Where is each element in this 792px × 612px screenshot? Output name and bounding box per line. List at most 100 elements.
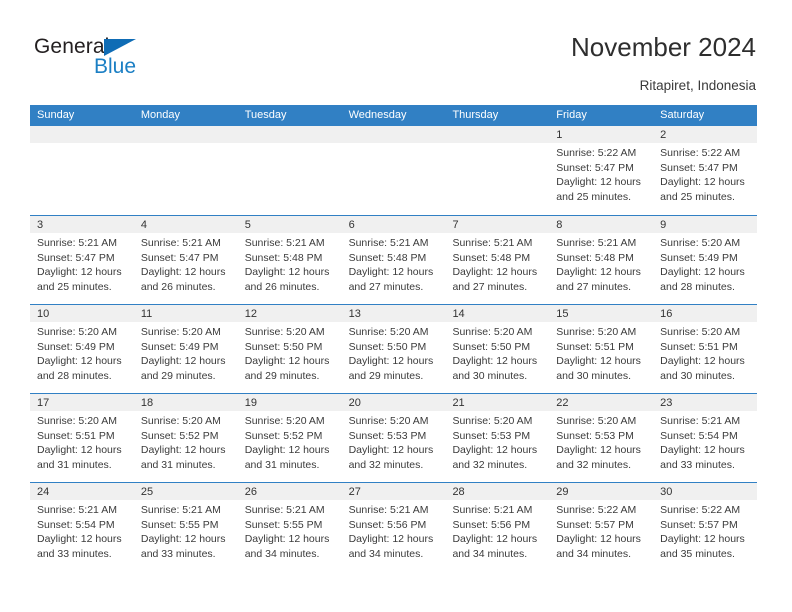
calendar-day-cell[interactable]: 16 Sunrise: 5:20 AM Sunset: 5:51 PM Dayligh… [653,305,758,393]
day-info-line: Daylight: 12 hours [348,266,434,279]
day-info-line: Sunrise: 5:21 AM [452,237,533,249]
calendar-day-cell[interactable]: 6 Sunrise: 5:21 AM Sunset: 5:48 PM Daylight… [341,216,446,304]
day-number: 23 [653,394,758,411]
calendar-day-cell[interactable]: 30 Sunrise: 5:22 AM Sunset: 5:57 PM Dayligh… [653,483,758,571]
calendar-day-cell[interactable]: 4 Sunrise: 5:21 AM Sunset: 5:47 PM Daylight… [133,216,238,304]
day-info-line: Sunset: 5:47 PM [140,251,219,264]
day-info-line: Sunrise: 5:20 AM [556,415,637,427]
calendar-day-cell[interactable]: 1 Sunrise: 5:22 AM Sunset: 5:47 PM Daylight… [549,126,654,215]
day-info-line: Sunset: 5:56 PM [452,518,531,531]
day-number [30,126,134,143]
day-info-line: and 35 minutes. [660,547,735,560]
day-info-line: and 32 minutes. [452,458,528,471]
day-info-line: Daylight: 12 hours [660,176,745,189]
day-info-line: and 27 minutes. [348,280,424,293]
day-info-line: Sunrise: 5:22 AM [660,147,741,159]
calendar-day-cell[interactable]: 29 Sunrise: 5:22 AM Sunset: 5:57 PM Dayligh… [549,483,654,571]
day-info-line: Daylight: 12 hours [140,533,226,546]
calendar-day-cell[interactable]: 21 Sunrise: 5:20 AM Sunset: 5:53 PM Dayligh… [445,394,550,482]
day-info-line: and 29 minutes. [140,369,216,382]
day-info-line: and 31 minutes. [244,458,320,471]
day-number: 1 [549,126,654,143]
calendar-day-cell[interactable]: 2 Sunrise: 5:22 AM Sunset: 5:47 PM Daylight… [653,126,758,215]
day-number [445,126,550,143]
day-info-line: and 26 minutes. [244,280,320,293]
day-sun-info: Sunrise: 5:21 AM Sunset: 5:48 PM Daylight:… [238,233,342,294]
day-number: 24 [30,483,134,500]
calendar-day-cell[interactable]: 15 Sunrise: 5:20 AM Sunset: 5:51 PM Dayligh… [549,305,654,393]
calendar-day-cell[interactable]: 17 Sunrise: 5:20 AM Sunset: 5:51 PM Dayligh… [30,394,134,482]
calendar-day-cell[interactable]: 9 Sunrise: 5:20 AM Sunset: 5:49 PM Daylight… [653,216,758,304]
day-sun-info: Sunrise: 5:21 AM Sunset: 5:47 PM Daylight:… [30,233,134,294]
day-sun-info [30,143,134,146]
calendar-empty-cell [237,126,342,215]
calendar-day-cell[interactable]: 12 Sunrise: 5:20 AM Sunset: 5:50 PM Dayligh… [237,305,342,393]
day-info-line: Sunset: 5:53 PM [348,429,427,442]
day-info-line: Daylight: 12 hours [556,355,641,368]
day-info-line: and 34 minutes. [452,547,528,560]
day-number: 14 [445,305,550,322]
calendar-day-cell[interactable]: 24 Sunrise: 5:21 AM Sunset: 5:54 PM Dayligh… [30,483,134,571]
day-info-line: and 32 minutes. [348,458,424,471]
day-info-line: Sunrise: 5:21 AM [452,504,533,516]
calendar-day-cell[interactable]: 3 Sunrise: 5:21 AM Sunset: 5:47 PM Daylight… [30,216,134,304]
weekday-header-saturday: Saturday [660,109,705,121]
day-info-line: Sunset: 5:51 PM [37,429,115,442]
calendar-day-cell[interactable]: 14 Sunrise: 5:20 AM Sunset: 5:50 PM Dayligh… [445,305,550,393]
day-number: 19 [237,394,342,411]
calendar-day-cell[interactable]: 25 Sunrise: 5:21 AM Sunset: 5:55 PM Dayligh… [133,483,238,571]
weekday-header-wednesday: Wednesday [348,109,407,121]
calendar-day-cell[interactable]: 20 Sunrise: 5:20 AM Sunset: 5:53 PM Dayligh… [341,394,446,482]
weekday-header-sunday: Sunday [37,109,75,121]
weekday-header-monday: Monday [140,109,180,121]
day-info-line: and 30 minutes. [452,369,528,382]
day-sun-info: Sunrise: 5:21 AM Sunset: 5:48 PM Daylight:… [549,233,653,294]
calendar-empty-cell [133,126,238,215]
day-sun-info: Sunrise: 5:20 AM Sunset: 5:49 PM Daylight:… [653,233,757,294]
day-info-line: Sunrise: 5:20 AM [348,326,429,338]
calendar-day-cell[interactable]: 19 Sunrise: 5:20 AM Sunset: 5:52 PM Dayligh… [237,394,342,482]
calendar-week-row: 24 Sunrise: 5:21 AM Sunset: 5:54 PM Dayligh… [30,482,758,571]
page-title: November 2024 [571,32,756,62]
day-info-line: Sunset: 5:50 PM [452,340,531,353]
day-info-line: and 34 minutes. [556,547,632,560]
calendar-day-cell[interactable]: 13 Sunrise: 5:20 AM Sunset: 5:50 PM Dayligh… [341,305,446,393]
day-sun-info: Sunrise: 5:22 AM Sunset: 5:57 PM Daylight:… [653,500,757,561]
day-sun-info: Sunrise: 5:20 AM Sunset: 5:50 PM Daylight:… [342,322,446,383]
day-info-line: Daylight: 12 hours [244,444,330,457]
day-number: 26 [237,483,342,500]
calendar-day-cell[interactable]: 11 Sunrise: 5:20 AM Sunset: 5:49 PM Dayligh… [133,305,238,393]
calendar-day-cell[interactable]: 7 Sunrise: 5:21 AM Sunset: 5:48 PM Daylight… [445,216,550,304]
day-sun-info: Sunrise: 5:20 AM Sunset: 5:49 PM Daylight:… [30,322,134,383]
day-info-line: Sunset: 5:53 PM [556,429,634,442]
calendar-day-cell[interactable]: 10 Sunrise: 5:20 AM Sunset: 5:49 PM Dayligh… [30,305,134,393]
day-info-line: Sunrise: 5:21 AM [348,237,429,249]
day-info-line: Daylight: 12 hours [140,355,226,368]
day-sun-info: Sunrise: 5:21 AM Sunset: 5:56 PM Daylight:… [342,500,446,561]
day-info-line: Daylight: 12 hours [556,266,641,279]
calendar-day-cell[interactable]: 8 Sunrise: 5:21 AM Sunset: 5:48 PM Daylight… [549,216,654,304]
calendar-day-cell[interactable]: 18 Sunrise: 5:20 AM Sunset: 5:52 PM Dayligh… [133,394,238,482]
day-sun-info: Sunrise: 5:20 AM Sunset: 5:53 PM Daylight:… [549,411,653,472]
day-sun-info: Sunrise: 5:20 AM Sunset: 5:50 PM Daylight:… [445,322,549,383]
calendar-day-cell[interactable]: 27 Sunrise: 5:21 AM Sunset: 5:56 PM Dayligh… [341,483,446,571]
calendar-day-cell[interactable]: 23 Sunrise: 5:21 AM Sunset: 5:54 PM Dayligh… [653,394,758,482]
calendar-day-cell[interactable]: 26 Sunrise: 5:21 AM Sunset: 5:55 PM Dayligh… [237,483,342,571]
day-info-line: Sunset: 5:50 PM [348,340,427,353]
calendar-day-cell[interactable]: 22 Sunrise: 5:20 AM Sunset: 5:53 PM Dayligh… [549,394,654,482]
day-info-line: Sunrise: 5:22 AM [556,147,637,159]
day-info-line: and 32 minutes. [556,458,632,471]
day-info-line: Sunrise: 5:20 AM [452,415,533,427]
day-info-line: Daylight: 12 hours [348,355,434,368]
day-number: 18 [133,394,238,411]
general-blue-logo: General Blue [34,36,234,82]
calendar-day-cell[interactable]: 5 Sunrise: 5:21 AM Sunset: 5:48 PM Daylight… [237,216,342,304]
calendar-day-cell[interactable]: 28 Sunrise: 5:21 AM Sunset: 5:56 PM Dayligh… [445,483,550,571]
day-info-line: Daylight: 12 hours [452,444,538,457]
day-number: 9 [653,216,758,233]
calendar-grid: Sunday Monday Tuesday Wednesday Thursday… [30,105,758,571]
day-info-line: and 30 minutes. [660,369,735,382]
day-info-line: and 31 minutes. [37,458,112,471]
day-info-line: Sunset: 5:57 PM [660,518,738,531]
weekday-header-thursday: Thursday [452,109,499,121]
